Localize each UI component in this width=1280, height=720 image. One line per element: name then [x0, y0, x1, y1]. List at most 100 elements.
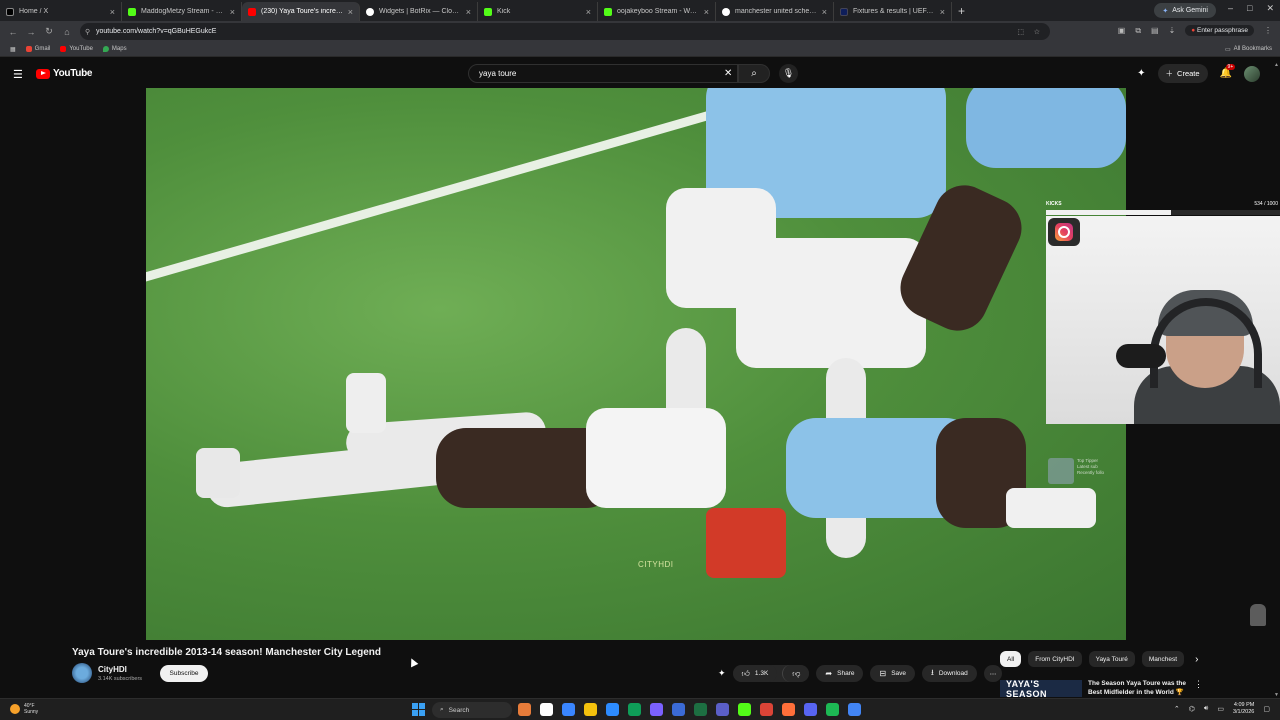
site-info-icon[interactable]: ⚲ [85, 28, 90, 36]
cast-gift-icon[interactable]: ✦ [1137, 68, 1145, 79]
chevron-right-icon[interactable]: › [1195, 654, 1198, 665]
tab-maddogmetzy[interactable]: MaddogMetzy Stream - Watch× [122, 2, 242, 21]
chip-yaya-toure[interactable]: Yaya Touré [1088, 651, 1135, 667]
chevron-up-icon[interactable]: ⌃ [1174, 705, 1180, 713]
taskbar-app-icon[interactable] [606, 703, 619, 716]
save-button[interactable]: ⊟ Save [870, 665, 916, 682]
ask-gemini-button[interactable]: ✦ Ask Gemini [1154, 3, 1216, 18]
taskbar-app-icon[interactable] [694, 703, 707, 716]
channel-name[interactable]: CityHDI [98, 665, 127, 674]
minimize-button[interactable]: – [1228, 3, 1233, 14]
scroll-up-icon[interactable]: ▲ [1274, 62, 1279, 68]
download-button[interactable]: ⭳ Download [922, 665, 977, 682]
kicks-progress-track [1046, 210, 1280, 215]
taskbar-app-icon[interactable] [716, 703, 729, 716]
tab-kick[interactable]: Kick × [478, 2, 598, 21]
taskbar-app-icon[interactable] [628, 703, 641, 716]
volume-icon[interactable]: 🔊︎ [1204, 705, 1208, 713]
bookmark-maps[interactable]: Maps [102, 46, 127, 52]
channel-avatar[interactable] [72, 663, 92, 683]
home-icon[interactable]: ⌂ [62, 27, 72, 37]
close-tab-icon[interactable]: × [230, 7, 235, 17]
taskbar-app-icon[interactable] [584, 703, 597, 716]
taskbar-app-icon[interactable] [848, 703, 861, 716]
extensions-puzzle-icon[interactable]: ⧉ [1135, 26, 1141, 36]
taskbar-app-icon[interactable] [760, 703, 773, 716]
taskbar-app-icon[interactable] [518, 703, 531, 716]
recommended-video-thumbnail[interactable]: YAYA'S SEASON [1000, 679, 1082, 699]
windows-start-icon[interactable] [412, 703, 425, 716]
search-button[interactable]: ⌕ [738, 64, 770, 83]
recommended-more-icon[interactable]: ⋮ [1194, 679, 1203, 690]
voice-search-button[interactable]: 🎙 [779, 64, 798, 83]
back-icon[interactable]: ← [8, 27, 18, 37]
taskbar-app-icon[interactable] [650, 703, 663, 716]
close-tab-icon[interactable]: × [466, 7, 471, 17]
page-scrollbar[interactable]: ▲ ▼ [1273, 62, 1280, 698]
battery-icon[interactable]: ▭ [1217, 705, 1224, 713]
forward-icon[interactable]: → [26, 27, 36, 37]
clock[interactable]: 4:09 PM 3/1/2026 [1233, 702, 1254, 716]
maximize-button[interactable]: □ [1247, 3, 1252, 14]
hamburger-menu-icon[interactable]: ☰ [13, 68, 23, 81]
taskbar-app-icon[interactable] [826, 703, 839, 716]
taskbar-app-icon[interactable] [782, 703, 795, 716]
all-bookmarks-button[interactable]: ▭ All Bookmarks [1225, 46, 1272, 53]
download-icon[interactable]: ⇣ [1169, 26, 1176, 35]
chip-from-channel[interactable]: From CityHDI [1028, 651, 1082, 667]
subscribe-button[interactable]: Subscribe [160, 665, 208, 682]
close-tab-icon[interactable]: × [586, 7, 591, 17]
new-tab-button[interactable]: + [958, 4, 965, 18]
close-tab-icon[interactable]: × [704, 7, 709, 17]
account-avatar[interactable] [1244, 65, 1260, 82]
taskbar-app-icon[interactable] [738, 703, 751, 716]
close-tab-icon[interactable]: × [940, 7, 945, 17]
video-frame-pitch [146, 88, 1126, 640]
tab-uefa[interactable]: Fixtures & results | UEFA Champ× [834, 2, 952, 21]
dislike-button[interactable]: 👎︎ [782, 665, 810, 682]
youtube-logo[interactable]: YouTube [36, 68, 93, 79]
reload-icon[interactable]: ↻ [44, 26, 54, 37]
bookmark-youtube[interactable]: YouTube [60, 46, 93, 52]
tab-botrix[interactable]: Widgets | BotRix — Cloud Strea× [360, 2, 478, 21]
like-button[interactable]: 👍︎ 1.3K [732, 665, 778, 682]
taskbar-app-icon[interactable] [804, 703, 817, 716]
close-tab-icon[interactable]: × [822, 7, 827, 17]
apps-grid-icon[interactable]: ▦ [10, 46, 16, 53]
recommended-video-title[interactable]: The Season Yaya Toure was the Best Midfi… [1088, 679, 1196, 697]
notification-center-icon[interactable]: ▢ [1263, 705, 1270, 713]
chip-manchester[interactable]: Manchest [1141, 651, 1185, 667]
notifications-button[interactable]: 🔔 9+ [1220, 64, 1236, 79]
close-tab-icon[interactable]: × [110, 7, 115, 17]
sidepanel-icon[interactable]: ▤ [1151, 26, 1159, 35]
clear-search-icon[interactable]: ✕ [724, 68, 732, 79]
menu-kebab-icon[interactable]: ⋮ [1264, 26, 1272, 35]
thumbs-down-icon: 👎︎ [792, 668, 801, 678]
tab-google-search[interactable]: manchester united schedule - G× [716, 2, 834, 21]
network-icon[interactable]: ⌬ [1189, 705, 1195, 713]
taskbar-app-icon[interactable] [672, 703, 685, 716]
weather-widget[interactable]: 40°F Sunny [10, 703, 38, 715]
install-icon[interactable]: ⬚ [1017, 28, 1024, 36]
taskbar-search[interactable]: ⌕ Search [432, 702, 512, 718]
share-button[interactable]: ➦ Share [816, 665, 864, 682]
close-tab-icon[interactable]: × [348, 7, 353, 17]
tab-youtube-active[interactable]: (230) Yaya Toure's incredib × [242, 2, 360, 21]
taskbar-app-icon[interactable] [562, 703, 575, 716]
video-player[interactable]: CITYHDI [146, 88, 1126, 640]
tab-x-home[interactable]: Home / X × [0, 2, 122, 21]
extension-icon[interactable]: ▣ [1118, 26, 1126, 35]
address-bar[interactable]: ⚲ youtube.com/watch?v=qGBuHEGukcE ⬚ ☆ [80, 23, 1050, 40]
weather-condition: Sunny [24, 709, 39, 715]
taskbar-app-icon[interactable] [540, 703, 553, 716]
bookmark-star-icon[interactable]: ☆ [1034, 28, 1040, 36]
bookmark-gmail[interactable]: Gmail [25, 46, 50, 52]
search-input[interactable]: yaya toure [468, 64, 738, 83]
passphrase-button[interactable]: ● Enter passphrase [1185, 25, 1254, 36]
tab-oojakeyboo[interactable]: oojakeyboo Stream - Watch Li× [598, 2, 716, 21]
close-window-button[interactable]: ✕ [1266, 3, 1274, 14]
gift-icon[interactable]: ✦ [718, 668, 726, 679]
toolbar-extensions: ▣ ⧉ ▤ ⇣ ● Enter passphrase ⋮ [1118, 25, 1272, 36]
create-button[interactable]: ＋ Create [1157, 64, 1208, 83]
chip-all[interactable]: All [1000, 651, 1022, 667]
